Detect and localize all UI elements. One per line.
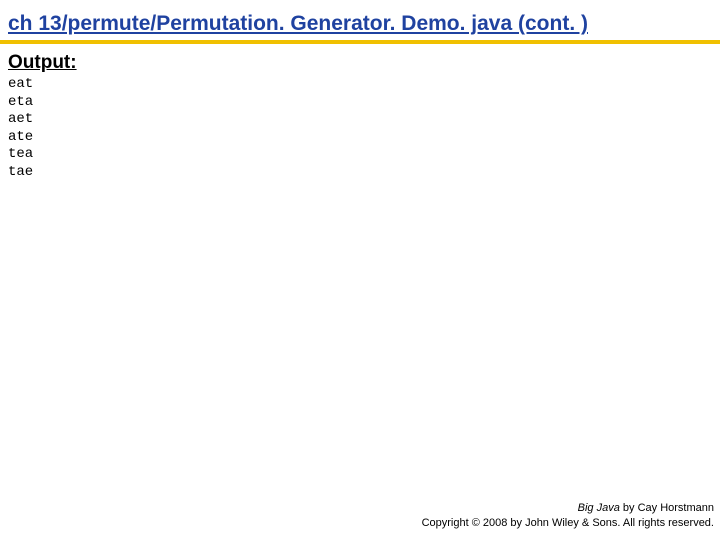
- output-line: aet: [8, 111, 712, 129]
- output-line: ate: [8, 129, 712, 147]
- footer-byline: by Cay Horstmann: [620, 502, 714, 514]
- output-line: eta: [8, 94, 712, 112]
- footer: Big Java by Cay Horstmann Copyright © 20…: [422, 501, 714, 530]
- output-list: eat eta aet ate tea tae: [8, 76, 712, 181]
- footer-copyright: Copyright © 2008 by John Wiley & Sons. A…: [422, 516, 714, 530]
- output-line: eat: [8, 76, 712, 94]
- slide-title: ch 13/permute/Permutation. Generator. De…: [0, 0, 720, 40]
- content-area: Output: eat eta aet ate tea tae: [0, 44, 720, 181]
- book-title: Big Java: [578, 502, 620, 514]
- footer-line-1: Big Java by Cay Horstmann: [422, 501, 714, 515]
- output-label: Output:: [8, 52, 712, 74]
- output-line: tea: [8, 146, 712, 164]
- output-line: tae: [8, 164, 712, 182]
